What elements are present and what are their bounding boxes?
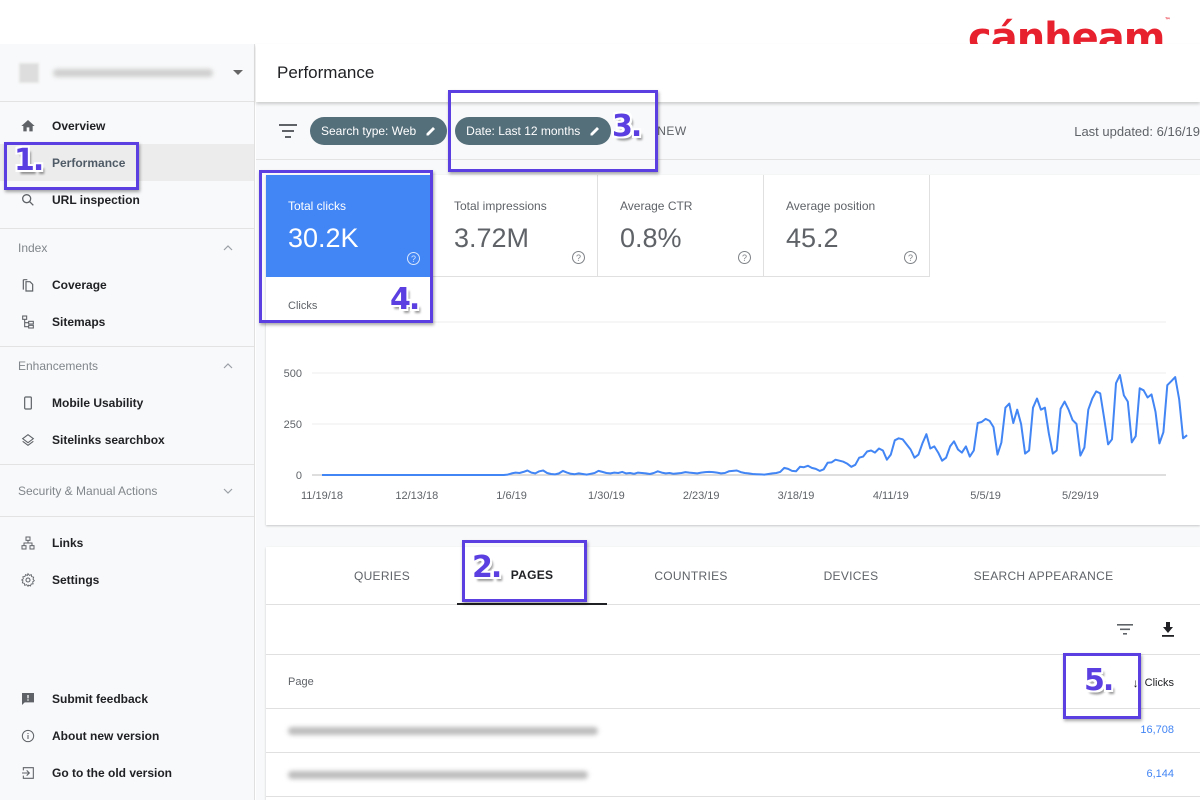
sidebar-item-label: Submit feedback: [52, 691, 149, 706]
nav-group-extra: Links Settings: [0, 517, 254, 598]
chevron-up-icon: [223, 244, 233, 250]
table-toolbar: [266, 605, 1200, 655]
page-header: Performance: [256, 44, 1200, 102]
x-tick-label: 11/19/18: [301, 490, 343, 502]
page-title: Performance: [277, 63, 375, 82]
x-tick-label: 1/6/19: [496, 490, 527, 502]
sidebar-item-links[interactable]: Links: [0, 524, 254, 561]
section-header-security[interactable]: Security & Manual Actions: [0, 465, 254, 516]
sidebar-item-label: Sitemaps: [52, 314, 106, 329]
nav-section-security: Security & Manual Actions: [0, 465, 254, 517]
annotation-number-3: 3.: [612, 109, 642, 144]
mobile-icon: [18, 393, 38, 413]
sidebar-item-overview[interactable]: Overview: [0, 107, 254, 144]
sidebar-item-sitemaps[interactable]: Sitemaps: [0, 303, 254, 340]
table-filter-icon[interactable]: [1116, 620, 1134, 638]
chip-label: Search type: Web: [321, 123, 417, 138]
series-line-clicks: [322, 374, 1188, 476]
last-updated-text: Last updated: 6/16/19: [1074, 124, 1200, 139]
property-url-blurred: [53, 68, 213, 77]
sidebar-item-label: Mobile Usability: [52, 395, 144, 410]
sidebar-item-old-version[interactable]: Go to the old version: [0, 754, 254, 791]
coverage-icon: [18, 275, 38, 295]
page-url-blurred[interactable]: [288, 727, 598, 735]
dimensions-table-card: QUERIES PAGES COUNTRIES DEVICES SEARCH A…: [266, 547, 1200, 800]
annotation-number-5: 5.: [1084, 663, 1114, 698]
filter-icon[interactable]: [279, 123, 297, 138]
chevron-down-icon: [223, 488, 233, 494]
sidebar-item-label: Settings: [52, 572, 100, 587]
y-tick-label: 0: [296, 470, 302, 482]
sidebar-item-about-new-version[interactable]: About new version: [0, 717, 254, 754]
sidebar-item-label: Sitelinks searchbox: [52, 432, 165, 447]
tab-queries[interactable]: QUERIES: [336, 547, 428, 605]
tab-devices[interactable]: DEVICES: [806, 547, 896, 605]
feedback-icon: [18, 689, 38, 709]
sidebar-item-label: About new version: [52, 728, 160, 743]
sitemaps-icon: [18, 312, 38, 332]
table-row[interactable]: 16,708: [266, 709, 1200, 753]
clicks-value: 6,144: [1146, 768, 1174, 780]
table-row[interactable]: 6,144: [266, 753, 1200, 797]
annotation-number-4: 4.: [390, 282, 420, 317]
tab-search-appearance[interactable]: SEARCH APPEARANCE: [956, 547, 1131, 605]
x-tick-label: 5/29/19: [1062, 490, 1099, 502]
x-tick-label: 5/5/19: [970, 490, 1001, 502]
sidebar-item-label: URL inspection: [52, 192, 140, 207]
y-tick-label: 500: [284, 368, 302, 380]
sidebar-item-label: Go to the old version: [52, 765, 173, 780]
sidebar-item-label: Links: [52, 535, 84, 550]
column-label: Clicks: [1144, 677, 1174, 689]
dimension-tabs: QUERIES PAGES COUNTRIES DEVICES SEARCH A…: [266, 547, 1200, 605]
new-filter-button[interactable]: NEW: [657, 124, 687, 138]
x-tick-label: 2/23/19: [683, 490, 720, 502]
nav-section-index: Index Coverage Sitemaps: [0, 229, 254, 347]
x-tick-label: 3/18/19: [778, 490, 815, 502]
sidebar-item-coverage[interactable]: Coverage: [0, 266, 254, 303]
x-tick-label: 1/30/19: [588, 490, 625, 502]
links-icon: [18, 533, 38, 553]
column-header-page[interactable]: Page: [288, 676, 314, 688]
search-type-chip[interactable]: Search type: Web: [310, 116, 448, 145]
nav-section-enhancements: Enhancements Mobile Usability Sitelinks …: [0, 347, 254, 465]
sidebar-item-submit-feedback[interactable]: Submit feedback: [0, 680, 254, 717]
dropdown-caret-icon: [233, 70, 243, 75]
annotation-number-2: 2.: [472, 550, 502, 585]
clicks-value: 16,708: [1140, 724, 1174, 736]
section-title: Enhancements: [18, 358, 99, 373]
download-icon[interactable]: [1159, 620, 1177, 638]
section-header-enhancements[interactable]: Enhancements: [0, 347, 254, 384]
settings-icon: [18, 570, 38, 590]
page-url-blurred[interactable]: [288, 771, 588, 779]
section-header-index[interactable]: Index: [0, 229, 254, 266]
pencil-icon: [426, 126, 436, 135]
nav-group-bottom: Submit feedback About new version Go to …: [0, 680, 254, 791]
exit-icon: [18, 763, 38, 783]
annotation-number-1: 1.: [14, 143, 44, 178]
home-icon: [18, 116, 38, 136]
search-console-page: cánheam™ Overview Performance URL inspec…: [0, 0, 1200, 800]
y-tick-label: 250: [284, 419, 302, 431]
section-title: Index: [18, 240, 48, 255]
filter-bar: Search type: Web Date: Last 12 months NE…: [256, 102, 1200, 160]
sidebar-item-sitelinks-searchbox[interactable]: Sitelinks searchbox: [0, 421, 254, 458]
tab-countries[interactable]: COUNTRIES: [641, 547, 741, 605]
sidebar-item-label: Overview: [52, 118, 106, 133]
layers-icon: [18, 430, 38, 450]
property-selector[interactable]: [0, 44, 254, 102]
sidebar-item-mobile-usability[interactable]: Mobile Usability: [0, 384, 254, 421]
x-tick-label: 12/13/18: [395, 490, 438, 502]
x-tick-label: 4/11/19: [873, 490, 909, 502]
sidebar-item-label: Coverage: [52, 277, 107, 292]
property-favicon-icon: [19, 62, 39, 83]
sidebar-item-settings[interactable]: Settings: [0, 561, 254, 598]
table-header: Page ↓ Clicks: [266, 655, 1200, 709]
search-icon: [18, 190, 38, 210]
section-title: Security & Manual Actions: [18, 483, 158, 498]
chevron-up-icon: [223, 362, 233, 368]
info-icon: [18, 726, 38, 746]
